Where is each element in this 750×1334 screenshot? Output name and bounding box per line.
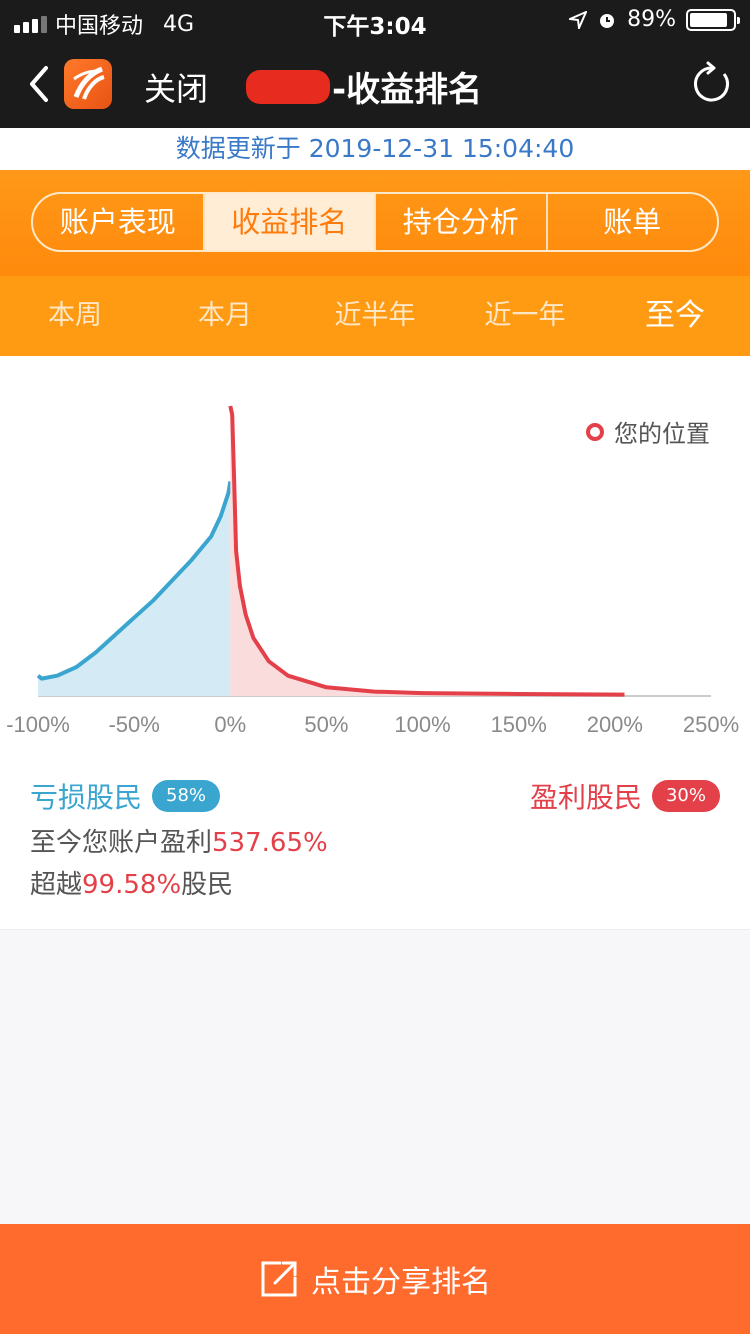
x-tick-label: 150% [491, 712, 547, 737]
period-week[interactable]: 本周 [0, 276, 150, 356]
x-tick-label: 100% [394, 712, 450, 737]
close-button[interactable]: 关闭 [144, 64, 208, 110]
period-half-year[interactable]: 近半年 [300, 276, 450, 356]
status-bar: 中国移动 4G 下午3:04 89% [0, 0, 750, 40]
x-tick-label: -100% [6, 712, 70, 737]
x-tick-label: 50% [304, 712, 348, 737]
loss-investors: 亏损股民 58% [30, 776, 221, 816]
battery-percent: 89% [627, 7, 676, 32]
x-tick-label: 200% [587, 712, 643, 737]
tab-area: 账户表现 收益排名 持仓分析 账单 [0, 170, 750, 276]
tab-account-performance[interactable]: 账户表现 [33, 194, 205, 250]
loss-percent-badge: 58% [152, 780, 221, 812]
beat-suffix: 股民 [181, 870, 234, 900]
share-icon [261, 1261, 297, 1297]
tab-return-ranking[interactable]: 收益排名 [204, 194, 376, 250]
loss-label: 亏损股民 [30, 781, 143, 814]
period-year[interactable]: 近一年 [450, 276, 600, 356]
x-tick-label: 0% [214, 712, 246, 737]
gain-label: 盈利股民 [529, 781, 642, 814]
period-selector: 本周 本月 近半年 近一年 至今 [0, 276, 750, 356]
share-label: 点击分享排名 [311, 1265, 491, 1300]
legend-label: 您的位置 [614, 420, 710, 448]
chart-legend: 您的位置 [586, 414, 710, 449]
profit-label: 至今您账户盈利 [30, 828, 213, 858]
profit-value: 537.65% [212, 828, 328, 858]
page-title-suffix: -收益排名 [332, 70, 483, 110]
battery-icon [686, 8, 740, 31]
beat-value: 99.58% [82, 870, 182, 900]
ranking-chart-card: -100% -50% 0% 50% 100% 150% 200% 250% 您的位置 亏损股民… [0, 356, 750, 930]
tab-statement[interactable]: 账单 [548, 194, 718, 250]
position-marker-icon [586, 422, 604, 441]
tab-bar: 账户表现 收益排名 持仓分析 账单 [31, 192, 719, 252]
location-icon [569, 10, 588, 29]
alarm-icon [600, 13, 615, 28]
period-to-date[interactable]: 至今 [600, 276, 750, 356]
series-line-1 [228, 405, 625, 697]
nav-bar: 关闭 -收益排名 [0, 40, 750, 128]
summary-text: 至今您账户盈利537.65% 超越99.58%股民 [30, 822, 328, 906]
refresh-icon[interactable] [690, 60, 734, 108]
page-title: -收益排名 [246, 62, 482, 111]
x-tick-label: -50% [108, 712, 159, 737]
tab-position-analysis[interactable]: 持仓分析 [376, 194, 548, 250]
app-logo-icon [64, 59, 112, 109]
gain-investors: 盈利股民 30% [530, 776, 720, 816]
series-area-1 [230, 406, 625, 696]
back-icon[interactable] [22, 60, 62, 108]
update-timestamp: 数据更新于 2019-12-31 15:04:40 [0, 128, 750, 170]
battery-fill [690, 12, 728, 27]
gain-percent-badge: 30% [651, 780, 720, 812]
series-area-0 [38, 481, 231, 696]
share-ranking-button[interactable]: 点击分享排名 [0, 1224, 750, 1334]
beat-label: 超越 [30, 870, 83, 900]
period-month[interactable]: 本月 [150, 276, 300, 356]
redacted-name [246, 69, 330, 104]
x-tick-label: 250% [683, 712, 739, 737]
